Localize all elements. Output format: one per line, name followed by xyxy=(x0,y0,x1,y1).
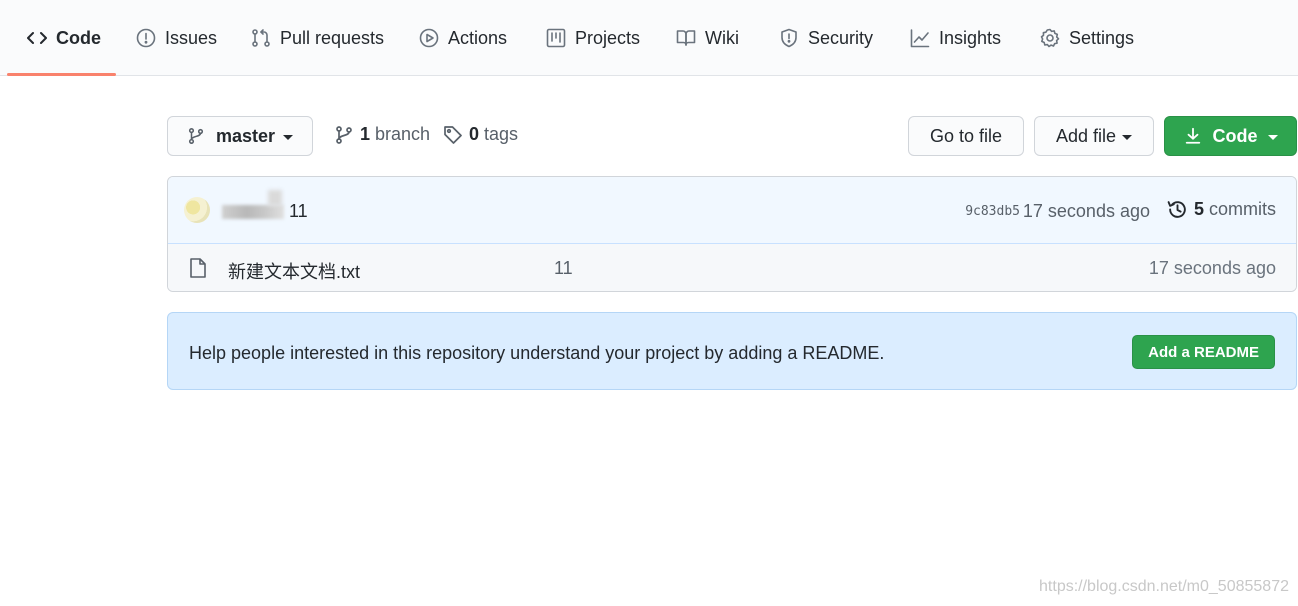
graph-icon xyxy=(910,29,930,48)
add-file-button[interactable]: Add file xyxy=(1034,116,1154,156)
file-row: 新建文本文档.txt 11 17 seconds ago xyxy=(168,244,1296,291)
tags-link[interactable]: 0 tags xyxy=(443,124,518,145)
commit-sha[interactable]: 9c83db5 xyxy=(965,204,1020,219)
branch-label: branch xyxy=(375,124,431,144)
chevron-down-icon xyxy=(283,134,294,140)
go-to-file-label: Go to file xyxy=(929,125,1003,146)
go-to-file-button[interactable]: Go to file xyxy=(908,116,1024,156)
file-icon xyxy=(190,258,206,278)
tab-pull-requests-label: Pull requests xyxy=(280,28,385,48)
tab-pull-requests[interactable]: Pull requests xyxy=(251,28,384,66)
shield-icon xyxy=(781,28,797,48)
chevron-down-icon xyxy=(1122,134,1133,140)
tab-insights-label: Insights xyxy=(939,28,1002,48)
code-download-label: Code xyxy=(1212,125,1258,146)
latest-commit-row: 11 9c83db5 17 seconds ago 5 commits xyxy=(168,177,1296,244)
file-listing: 11 9c83db5 17 seconds ago 5 commits 新建文本… xyxy=(167,176,1297,292)
tag-label: tags xyxy=(484,124,519,144)
author-name-redacted-tail xyxy=(268,190,282,206)
commits-link[interactable]: 5 commits xyxy=(1167,199,1276,220)
commit-label: commits xyxy=(1209,199,1276,219)
commit-time: 17 seconds ago xyxy=(1022,201,1150,221)
tab-wiki-label: Wiki xyxy=(705,28,739,48)
play-icon xyxy=(419,28,439,48)
watermark: https://blog.csdn.net/m0_50855872 xyxy=(1039,578,1289,595)
commit-message[interactable]: 11 xyxy=(289,201,308,222)
gear-icon xyxy=(1040,28,1060,48)
branch-count: 1 xyxy=(360,124,371,144)
avatar[interactable] xyxy=(184,197,210,223)
tab-issues[interactable]: Issues xyxy=(136,28,217,66)
tab-projects-label: Projects xyxy=(575,28,641,48)
tab-actions-label: Actions xyxy=(448,28,508,48)
tab-code[interactable]: Code xyxy=(27,28,101,66)
history-icon xyxy=(1167,201,1186,218)
tag-icon xyxy=(444,125,462,144)
download-icon xyxy=(1185,127,1200,144)
repo-tab-nav: Code Issues Pull requests Actions Projec… xyxy=(0,0,1298,76)
git-branch-icon xyxy=(188,128,204,144)
tab-settings[interactable]: Settings xyxy=(1040,28,1134,66)
commit-count: 5 xyxy=(1193,199,1204,219)
tab-insights[interactable]: Insights xyxy=(910,28,1001,66)
branch-select-button[interactable]: master xyxy=(167,116,313,156)
code-icon xyxy=(27,32,47,44)
branches-link[interactable]: 1 branch xyxy=(334,124,430,145)
git-branch-icon xyxy=(336,125,352,144)
tab-projects[interactable]: Projects xyxy=(546,28,640,66)
readme-banner: Help people interested in this repositor… xyxy=(167,312,1297,390)
project-icon xyxy=(546,28,566,48)
tab-issues-label: Issues xyxy=(165,28,218,48)
book-icon xyxy=(676,30,696,46)
active-tab-indicator xyxy=(7,73,116,76)
branch-select-label: master xyxy=(215,125,276,146)
chevron-down-icon xyxy=(1267,134,1278,140)
tab-settings-label: Settings xyxy=(1069,28,1135,48)
file-name-link[interactable]: 新建文本文档.txt xyxy=(228,258,360,284)
git-pull-request-icon xyxy=(252,29,270,47)
tab-wiki[interactable]: Wiki xyxy=(676,28,739,66)
add-readme-button[interactable]: Add a README xyxy=(1132,335,1275,369)
readme-banner-text: Help people interested in this repositor… xyxy=(189,343,885,363)
tag-count: 0 xyxy=(469,124,480,144)
tab-security[interactable]: Security xyxy=(779,28,873,66)
issue-opened-icon xyxy=(136,28,156,48)
add-file-label: Add file xyxy=(1055,125,1117,146)
author-name-redacted xyxy=(222,205,284,219)
code-download-button[interactable]: Code xyxy=(1164,116,1297,156)
tab-code-label: Code xyxy=(56,28,101,48)
file-commit-message[interactable]: 11 xyxy=(554,258,573,279)
tab-actions[interactable]: Actions xyxy=(419,28,507,66)
file-time: 17 seconds ago xyxy=(1148,258,1276,278)
tab-security-label: Security xyxy=(808,28,874,48)
